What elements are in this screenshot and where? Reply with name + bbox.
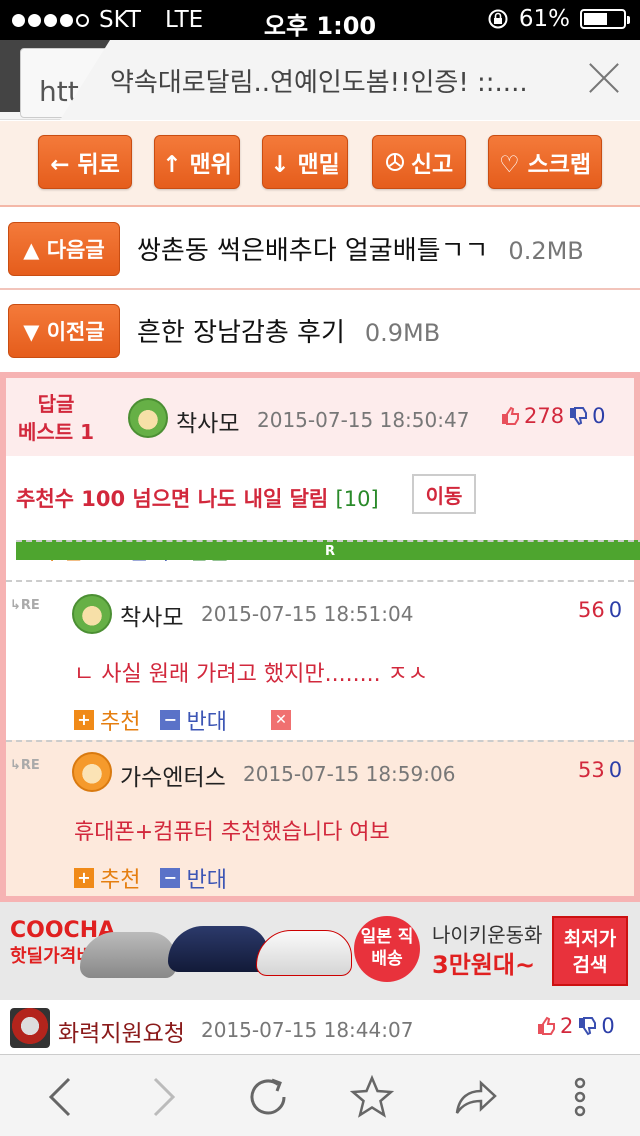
ad-badge: 일본 직배송: [354, 916, 420, 982]
bookmark-star-icon[interactable]: [348, 1073, 396, 1121]
prev-post-button[interactable]: ▼ 이전글: [8, 304, 120, 358]
comments-section: 답글 베스트 1 착사모 2015-07-15 18:50:47 278 0 추…: [0, 372, 640, 902]
minus-icon: −: [160, 710, 181, 730]
shoe-image: [168, 926, 268, 972]
thumbs-up-icon[interactable]: [500, 406, 520, 426]
reply-icon: R: [16, 540, 640, 560]
dislike-count: 0: [592, 404, 606, 428]
battery-icon: [580, 9, 630, 29]
delete-button[interactable]: ✕: [270, 710, 291, 730]
next-post-row[interactable]: ▲ 다음글 쌍촌동 썩은배추다 얼굴배틀ㄱㄱ 0.2MB: [0, 208, 640, 290]
close-tab-icon[interactable]: [586, 60, 622, 96]
share-icon[interactable]: [452, 1073, 500, 1121]
dislike-count: 0: [601, 1014, 615, 1038]
like-count: 53: [578, 758, 605, 782]
avatar[interactable]: [72, 594, 112, 634]
thumbs-up-icon[interactable]: [536, 1016, 556, 1036]
recommend-button[interactable]: +추천: [74, 704, 140, 736]
plus-icon: +: [74, 710, 94, 730]
back-arrow-icon[interactable]: [36, 1073, 84, 1121]
prev-post-size: 0.9MB: [364, 319, 441, 347]
best-comment-text: 추천수 100 넘으면 나도 내일 달림 [10]: [16, 487, 379, 511]
reply-arrow-icon: ↳RE: [10, 598, 40, 613]
like-count: 278: [524, 404, 565, 428]
battery-percent: 61%: [518, 6, 570, 32]
back-button[interactable]: ← 뒤로: [38, 135, 132, 189]
dislike-count: 0: [608, 758, 623, 782]
comment-date: 2015-07-15 18:51:04: [201, 602, 414, 626]
best-badge: 답글 베스트 1: [17, 392, 95, 444]
avatar[interactable]: [128, 398, 168, 438]
avatar[interactable]: [10, 1008, 50, 1048]
comment-row: 화력지원요청 2015-07-15 18:44:07 2 0: [0, 1000, 640, 1054]
best-comment-header: 답글 베스트 1 착사모 2015-07-15 18:50:47 278 0: [6, 378, 634, 456]
next-post-title[interactable]: 쌍촌동 썩은배추다 얼굴배틀ㄱㄱ: [137, 236, 488, 266]
shoe-image: [256, 930, 352, 976]
vote-counts: 56 0: [578, 598, 622, 622]
comment-author[interactable]: 착사모: [120, 598, 183, 632]
like-count: 2: [560, 1014, 574, 1038]
best-comment-actions: +추천 −반대 R답글: [16, 534, 640, 566]
like-count: 56: [578, 598, 605, 622]
vote-counts: 278 0: [500, 404, 605, 428]
scroll-bottom-button[interactable]: ↓ 맨밑: [262, 135, 348, 189]
shoe-image: [80, 932, 176, 978]
reply-count: [10]: [335, 487, 379, 511]
reply-actions: + 추천 − 반대: [74, 862, 227, 894]
avatar[interactable]: [72, 752, 112, 792]
vote-counts: 53 0: [578, 758, 622, 782]
close-icon: ✕: [270, 710, 291, 730]
next-post-button[interactable]: ▲ 다음글: [8, 222, 120, 276]
scroll-top-button[interactable]: ↑ 맨위: [154, 135, 240, 189]
thumbs-down-icon[interactable]: [568, 406, 588, 426]
ad-cta-button[interactable]: 최저가 검색: [552, 916, 628, 986]
reply-arrow-icon: ↳RE: [10, 758, 40, 773]
recommend-button[interactable]: +추천: [74, 862, 140, 894]
reply-text: 휴대폰+컴퓨터 추천했습니다 여보: [74, 820, 390, 845]
page-title: 약속대로달림..연예인도봄!!인증! ::....: [110, 68, 528, 98]
reply-comment: ↳RE 가수엔터스 2015-07-15 18:59:06 53 0 휴대폰+컴…: [6, 740, 634, 896]
browser-toolbar: [0, 1054, 640, 1136]
comment-author[interactable]: 화력지원요청: [58, 1014, 185, 1048]
more-options-icon[interactable]: [556, 1073, 604, 1121]
tab-title-bar: htt 약속대로달림..연예인도봄!!인증! ::....: [0, 40, 640, 120]
report-icon: [385, 153, 404, 171]
vote-counts: 2 0: [536, 1014, 615, 1038]
comment-author[interactable]: 착사모: [176, 404, 239, 438]
prev-post-row[interactable]: ▼ 이전글 흔한 장남감총 후기 0.9MB: [0, 290, 640, 372]
ad-banner[interactable]: COOCHA 핫딜가격비교 일본 직배송 나이키운동화 3만원대~ 최저가 검색: [0, 902, 640, 1000]
post-toolbar: ← 뒤로 ↑ 맨위 ↓ 맨밑 신고 ♡ 스크랩: [0, 121, 640, 207]
comment-date: 2015-07-15 18:59:06: [243, 762, 456, 786]
comment-date: 2015-07-15 18:44:07: [201, 1018, 414, 1042]
reply-button[interactable]: R답글: [16, 534, 640, 566]
forward-arrow-icon[interactable]: [140, 1073, 188, 1121]
move-button[interactable]: 이동: [412, 474, 476, 514]
minus-icon: −: [160, 868, 181, 888]
scrap-button[interactable]: ♡ 스크랩: [488, 135, 602, 189]
reply-comment: ↳RE 착사모 2015-07-15 18:51:04 56 0 ㄴ 사실 원래…: [6, 580, 634, 740]
thumbs-down-icon[interactable]: [577, 1016, 597, 1036]
status-bar: SKT LTE 오후 1:00 61%: [0, 0, 640, 40]
reply-text: ㄴ 사실 원래 가려고 했지만........ ㅈㅅ: [74, 662, 429, 687]
reload-icon[interactable]: [244, 1073, 292, 1121]
reply-actions: + 추천 − 반대 ✕: [74, 704, 291, 736]
ad-text: 나이키운동화 3만원대~: [432, 923, 543, 979]
rotation-lock-icon: [488, 9, 508, 29]
comment-date: 2015-07-15 18:50:47: [257, 408, 470, 432]
next-post-size: 0.2MB: [508, 237, 584, 265]
plus-icon: +: [74, 868, 94, 888]
dislike-count: 0: [608, 598, 623, 622]
oppose-button[interactable]: −반대: [160, 704, 227, 736]
comment-author[interactable]: 가수엔터스: [120, 758, 226, 792]
prev-post-title[interactable]: 흔한 장남감총 후기: [137, 318, 345, 348]
oppose-button[interactable]: −반대: [160, 862, 227, 894]
report-button[interactable]: 신고: [372, 135, 466, 189]
